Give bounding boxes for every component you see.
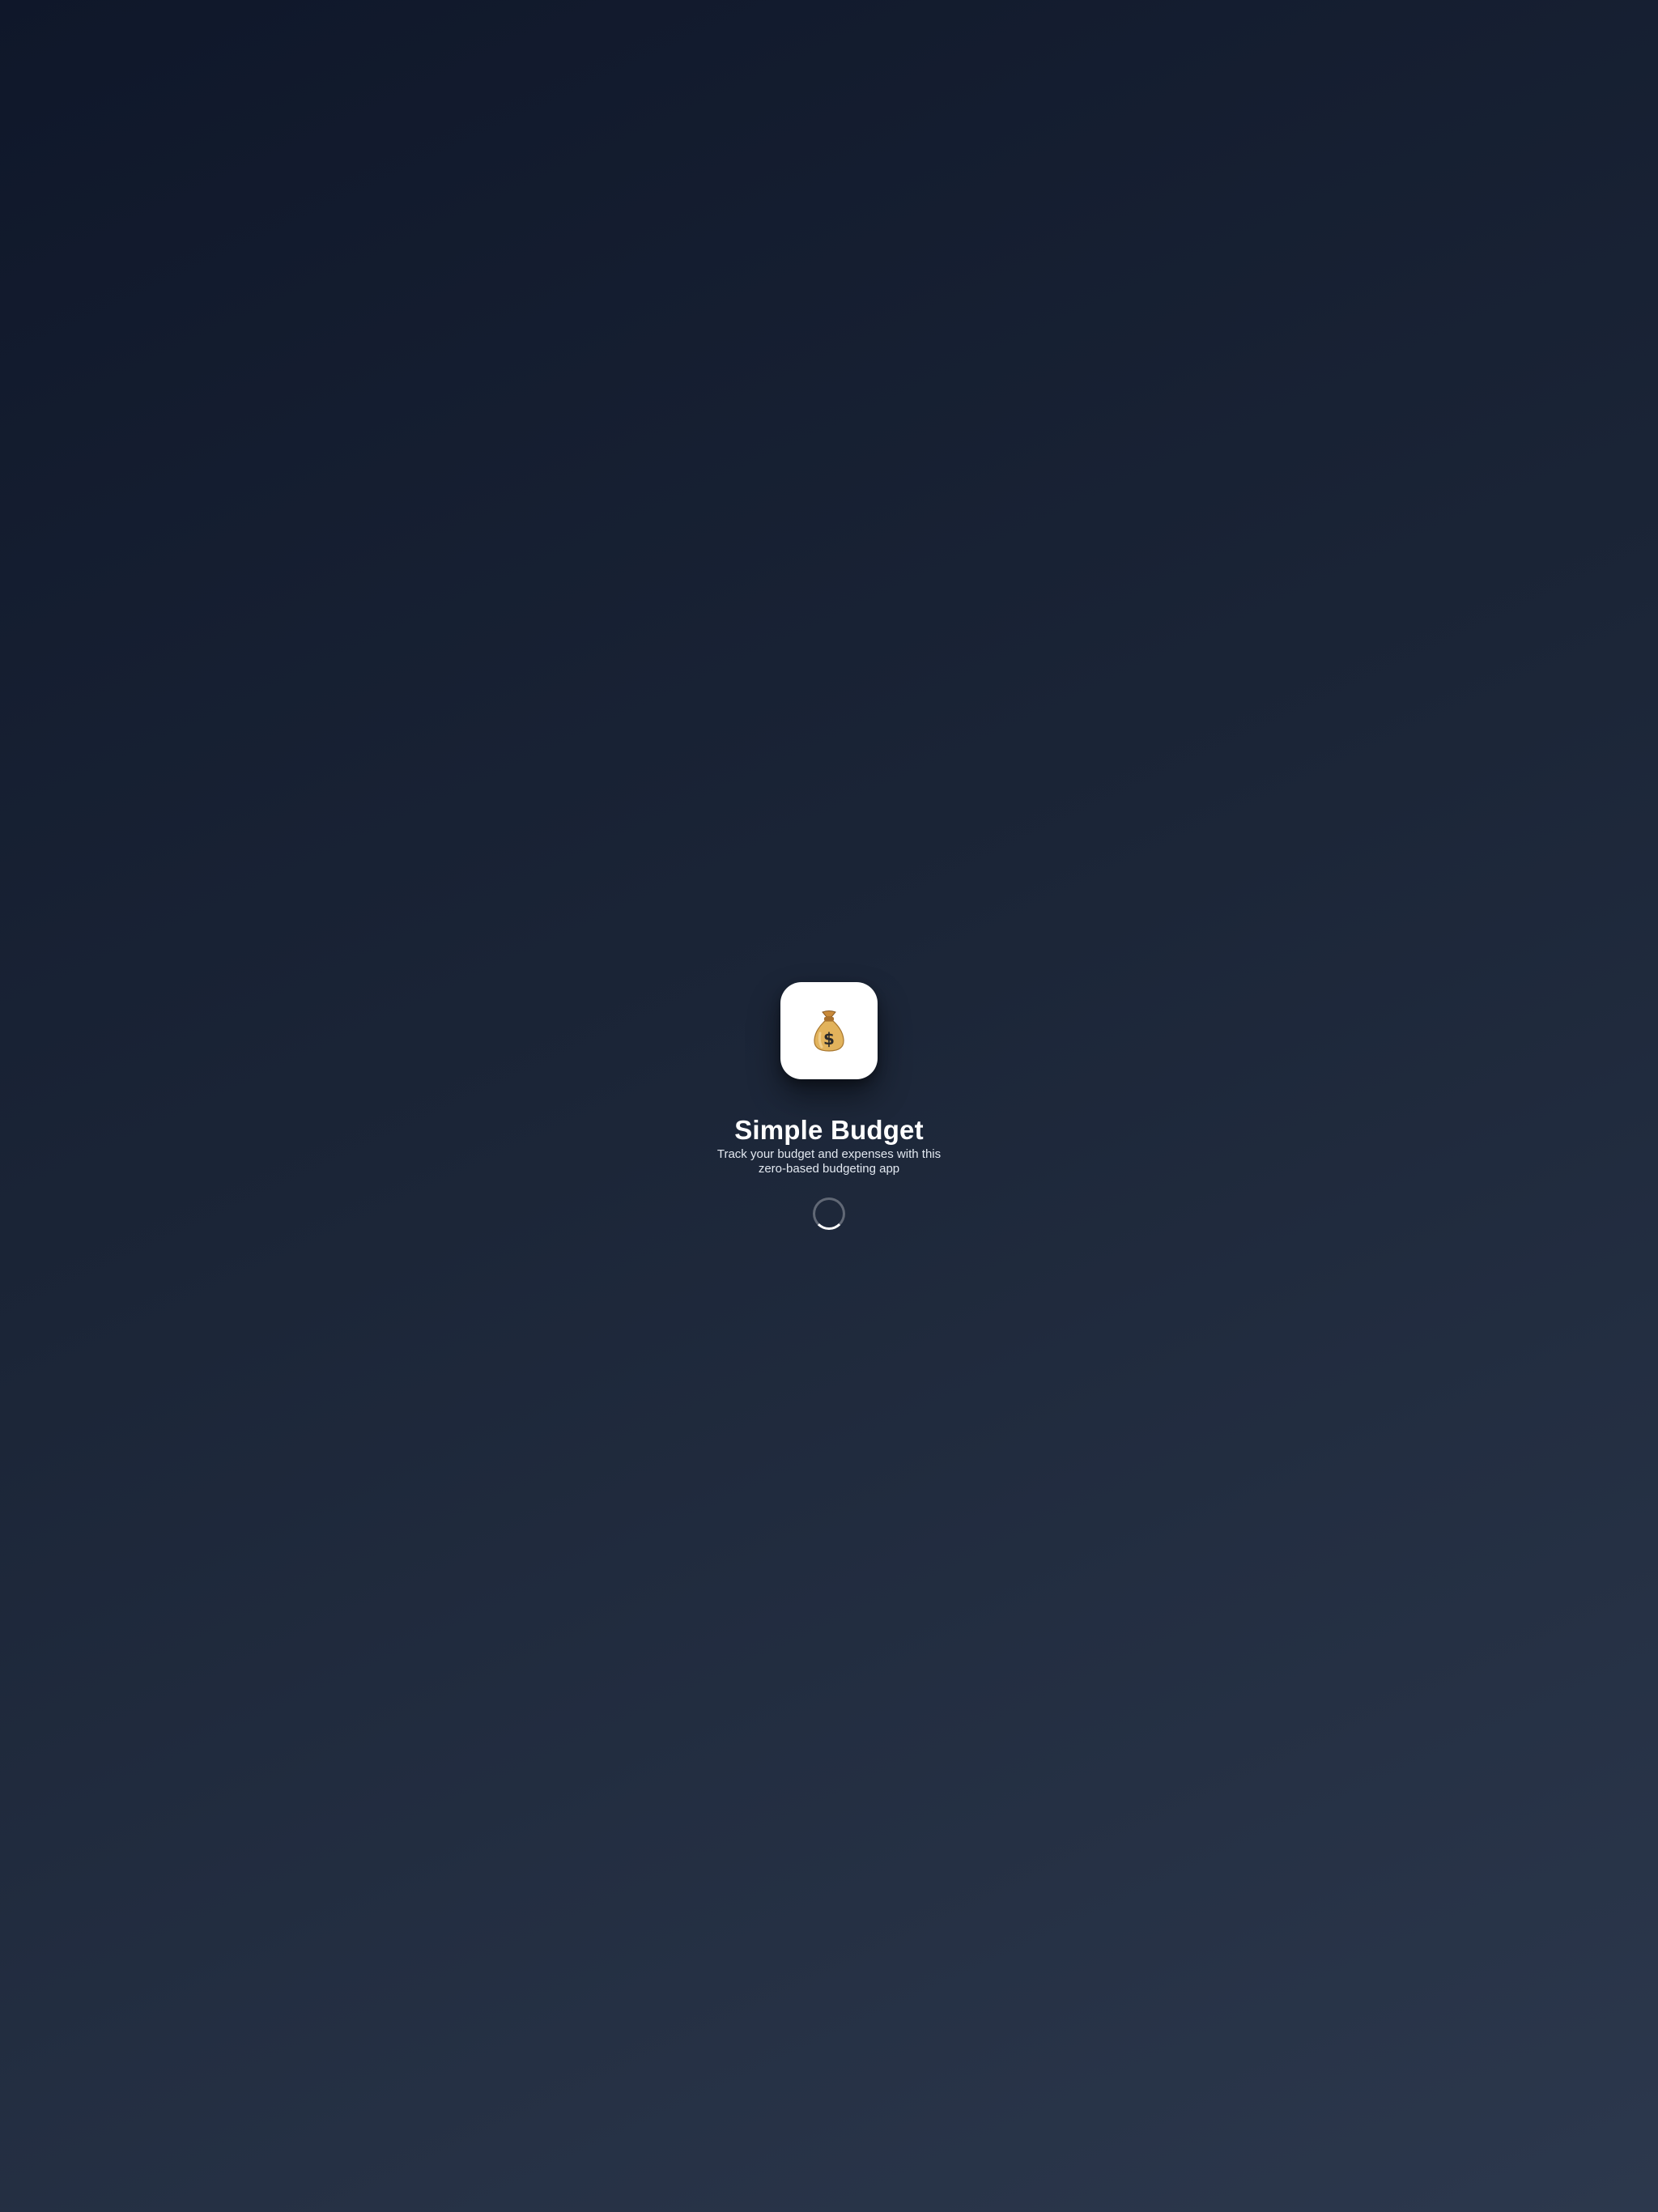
app-title: Simple Budget: [734, 1115, 924, 1146]
svg-text:$: $: [823, 1029, 835, 1049]
app-logo-tile: $: [780, 982, 878, 1079]
money-bag-icon: $: [814, 1010, 844, 1052]
app-tagline: Track your budget and expenses with this…: [716, 1147, 942, 1176]
loading-spinner-icon: [813, 1197, 845, 1230]
splash-screen: $ Simple Budget Track your budget and ex…: [0, 0, 1658, 2212]
